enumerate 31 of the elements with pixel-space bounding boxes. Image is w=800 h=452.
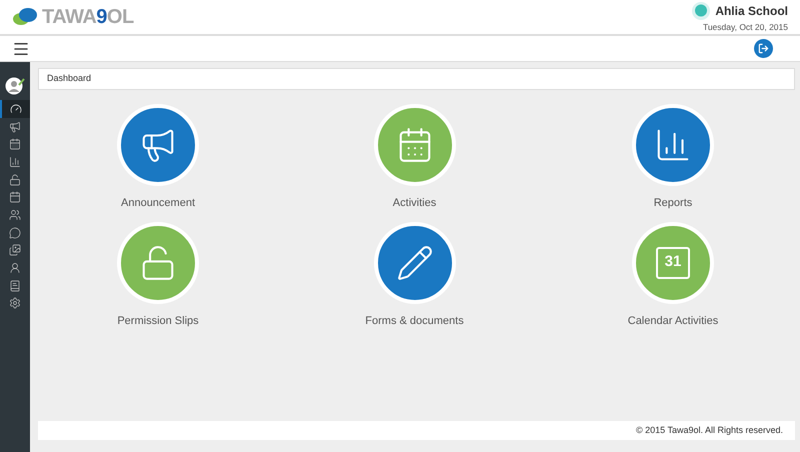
person-icon bbox=[9, 262, 21, 274]
logo-text: TAWA9OL bbox=[42, 5, 134, 30]
copyright-text: © 2015 Tawa9ol. All Rights reserved. bbox=[636, 424, 783, 437]
tile-label[interactable]: Forms & documents bbox=[365, 312, 464, 329]
avatar-icon bbox=[5, 76, 25, 96]
logout-icon bbox=[758, 43, 769, 54]
tile-label[interactable]: Activities bbox=[392, 195, 436, 212]
people-icon bbox=[9, 208, 21, 221]
breadcrumb-text: Dashboard bbox=[47, 72, 92, 86]
tile-label[interactable]: Announcement bbox=[121, 195, 195, 212]
school-emblem-icon bbox=[691, 0, 712, 21]
tile-label[interactable]: Permission Slips bbox=[117, 312, 199, 329]
images-icon bbox=[9, 244, 21, 256]
school-name: Ahlia School bbox=[715, 2, 788, 20]
logout-button[interactable] bbox=[754, 39, 773, 58]
tile-label[interactable]: Reports bbox=[654, 195, 692, 212]
sidebar-item[interactable] bbox=[0, 100, 30, 118]
tile-label[interactable]: Calendar Activities bbox=[628, 312, 718, 329]
book-icon bbox=[9, 280, 21, 292]
calendar-icon bbox=[9, 191, 21, 204]
settings-icon bbox=[9, 297, 21, 310]
calendar-date-icon: 31 bbox=[656, 246, 690, 278]
date-text: Tuesday, Oct 20, 2015 bbox=[702, 20, 788, 34]
calendar-icon bbox=[9, 138, 21, 150]
chat-bubbles-logo-icon bbox=[12, 7, 38, 27]
unlocked-padlock-icon bbox=[9, 174, 21, 186]
gauge-icon bbox=[10, 102, 22, 115]
pencil-icon bbox=[396, 244, 434, 282]
megaphone-icon bbox=[9, 120, 21, 133]
bar-chart-icon bbox=[9, 156, 21, 168]
chat-bubble-icon bbox=[9, 226, 21, 239]
